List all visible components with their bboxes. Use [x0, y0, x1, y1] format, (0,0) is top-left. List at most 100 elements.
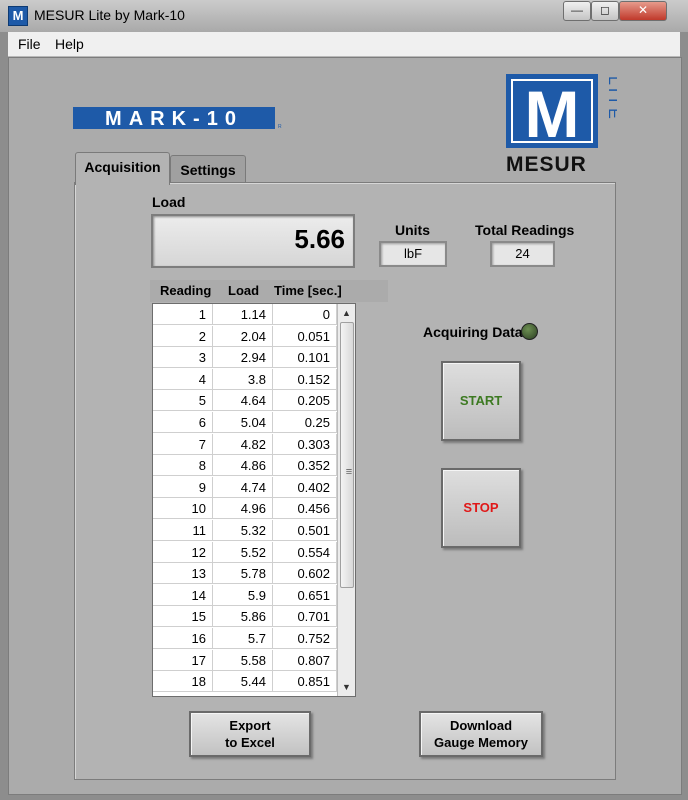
acquiring-data-label: Acquiring Data [423, 324, 523, 340]
cell-load: 5.44 [213, 671, 273, 693]
table-row[interactable]: 14 5.9 0.651 [153, 584, 337, 606]
cell-load: 1.14 [213, 304, 273, 325]
cell-time: 0.701 [273, 606, 337, 628]
cell-time: 0.602 [273, 563, 337, 585]
maximize-button[interactable]: ◻ [591, 1, 619, 21]
cell-load: 2.04 [213, 325, 273, 347]
cell-time: 0.752 [273, 628, 337, 649]
units-value: lbF [379, 241, 447, 267]
scroll-thumb[interactable]: ≡ [340, 322, 354, 588]
close-button[interactable]: ✕ [619, 1, 667, 21]
menu-file[interactable]: File [18, 36, 41, 52]
export-to-excel-button[interactable]: Export to Excel [189, 711, 311, 757]
mesur-logo-letter: M [525, 77, 580, 151]
cell-reading: 6 [153, 412, 213, 433]
column-header-load: Load [228, 283, 260, 298]
export-button-line1: Export [229, 718, 271, 733]
menu-bar: File Help [8, 32, 680, 57]
total-readings-value: 24 [490, 241, 555, 267]
cell-time: 0.456 [273, 498, 337, 520]
table-row[interactable]: 6 5.04 0.25 [153, 412, 337, 433]
cell-load: 4.74 [213, 476, 273, 498]
cell-load: 5.86 [213, 606, 273, 628]
cell-time: 0.851 [273, 671, 337, 693]
download-button-line1: Download [449, 718, 513, 733]
cell-reading: 16 [153, 628, 213, 649]
minimize-button[interactable]: — [563, 1, 591, 21]
column-header-time: Time [sec.] [274, 283, 342, 298]
cell-load: 4.86 [213, 455, 273, 477]
total-readings-label: Total Readings [475, 222, 575, 238]
grip-icon: ≡ [345, 466, 353, 478]
table-row[interactable]: 11 5.32 0.501 [153, 520, 337, 541]
cell-time: 0.501 [273, 520, 337, 541]
table-row[interactable]: 1 1.14 0 [153, 304, 337, 325]
cell-reading: 14 [153, 584, 213, 606]
cell-load: 4.82 [213, 433, 273, 455]
cell-time: 0.402 [273, 476, 337, 498]
table-row[interactable]: 4 3.8 0.152 [153, 368, 337, 390]
menu-help[interactable]: Help [55, 36, 84, 52]
cell-time: 0.651 [273, 584, 337, 606]
export-button-line2: to Excel [225, 735, 275, 750]
cell-time: 0.303 [273, 433, 337, 455]
download-gauge-memory-button[interactable]: Download Gauge Memory [419, 711, 543, 757]
readings-table[interactable]: 1 1.14 0 2 2.04 0.051 3 2.94 0.101 4 3.8 0.152 5 4.64… [152, 303, 356, 697]
cell-time: 0.051 [273, 325, 337, 347]
tab-settings[interactable]: Settings [170, 155, 246, 184]
scroll-down-icon[interactable]: ▼ [338, 679, 355, 695]
start-button[interactable]: START [441, 361, 521, 441]
table-scrollbar[interactable]: ▲ ≡ ▼ [337, 304, 355, 696]
table-row[interactable]: 9 4.74 0.402 [153, 476, 337, 498]
scroll-up-icon[interactable]: ▲ [338, 305, 355, 321]
cell-load: 5.7 [213, 628, 273, 649]
tab-acquisition[interactable]: Acquisition [75, 152, 170, 185]
table-row[interactable]: 8 4.86 0.352 [153, 455, 337, 477]
cell-load: 5.78 [213, 563, 273, 585]
registered-mark: R [278, 124, 282, 130]
table-row[interactable]: 18 5.44 0.851 [153, 671, 337, 693]
cell-reading: 10 [153, 498, 213, 520]
table-row[interactable]: 17 5.58 0.807 [153, 649, 337, 671]
cell-time: 0.807 [273, 649, 337, 671]
maximize-icon: ◻ [600, 3, 610, 17]
cell-reading: 9 [153, 476, 213, 498]
cell-reading: 13 [153, 563, 213, 585]
table-row[interactable]: 12 5.52 0.554 [153, 541, 337, 563]
table-row[interactable]: 15 5.86 0.701 [153, 606, 337, 628]
app-icon: M [8, 6, 28, 26]
table-header: Reading Load Time [sec.] [150, 280, 388, 302]
cell-load: 5.9 [213, 584, 273, 606]
column-header-reading: Reading [160, 283, 212, 298]
cell-load: 5.04 [213, 412, 273, 433]
lite-logo-text: LITE [605, 76, 617, 122]
load-label: Load [152, 194, 186, 210]
cell-load: 5.32 [213, 520, 273, 541]
table-row[interactable]: 3 2.94 0.101 [153, 347, 337, 369]
cell-load: 4.96 [213, 498, 273, 520]
table-row[interactable]: 13 5.78 0.602 [153, 563, 337, 585]
mesur-logo-word: MESUR [506, 153, 587, 176]
cell-reading: 18 [153, 671, 213, 693]
stop-button[interactable]: STOP [441, 468, 521, 548]
window-title: MESUR Lite by Mark-10 [34, 7, 185, 23]
cell-time: 0.352 [273, 455, 337, 477]
table-row[interactable]: 5 4.64 0.205 [153, 390, 337, 412]
cell-time: 0.152 [273, 368, 337, 390]
minimize-icon: — [571, 3, 583, 17]
table-row[interactable]: 2 2.04 0.051 [153, 325, 337, 347]
cell-load: 4.64 [213, 390, 273, 412]
cell-reading: 3 [153, 347, 213, 369]
load-value: 5.66 [294, 224, 345, 254]
cell-time: 0.101 [273, 347, 337, 369]
cell-reading: 5 [153, 390, 213, 412]
cell-load: 5.58 [213, 649, 273, 671]
cell-reading: 4 [153, 368, 213, 390]
table-row[interactable]: 10 4.96 0.456 [153, 498, 337, 520]
title-bar[interactable]: M MESUR Lite by Mark-10 — ◻ ✕ [0, 0, 688, 32]
cell-time: 0.205 [273, 390, 337, 412]
cell-time: 0.25 [273, 412, 337, 433]
table-row[interactable]: 16 5.7 0.752 [153, 628, 337, 649]
mark-10-logo: MARK-10 R [73, 107, 282, 130]
table-row[interactable]: 7 4.82 0.303 [153, 433, 337, 455]
